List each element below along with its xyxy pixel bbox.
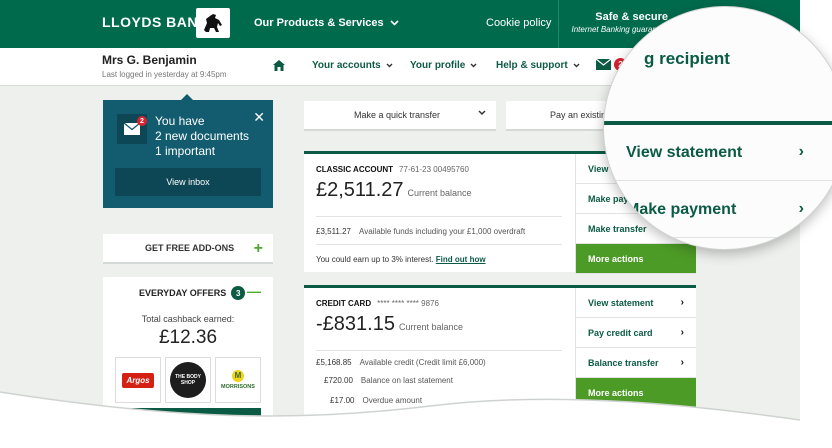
balance-label: Current balance [398,322,464,332]
cookie-policy-link[interactable]: Cookie policy [486,17,551,29]
offers-title: EVERYDAY OFFERS [139,288,227,298]
brand-name[interactable]: LLOYDS BANK [102,14,209,30]
inbox-notch [181,94,193,100]
inbox-badge: 2 [137,116,147,126]
magnifier-callout: g recipient View statement › Make paymen… [603,6,832,250]
last-logged-in: Last logged in yesterday at 9:45pm [102,70,227,79]
available-funds-row: £3,511.27 Available funds including your … [316,216,562,243]
nav-your-profile-label: Your profile [410,60,466,71]
chevron-down-icon [478,110,486,116]
nav-help-support-label: Help & support [496,60,568,71]
available-credit-row: £5,168.85 Available credit (Credit limit … [316,350,562,370]
envelope-icon [124,123,140,135]
cashback-label: Total cashback earned: [141,314,235,324]
quick-transfer-dropdown[interactable]: Make a quick transfer [304,101,496,131]
close-icon[interactable]: ✕ [253,109,265,126]
view-statement-button[interactable]: View statement › [575,288,696,318]
inbox-notification: 2 You have 2 new documents 1 important ✕… [103,94,273,208]
horse-logo-icon[interactable] [196,8,230,38]
row-amount: £5,168.85 [316,358,352,367]
chevron-right-icon: › [680,297,684,308]
plus-icon: + [253,240,263,257]
find-out-how-link[interactable]: Find out how [436,255,486,264]
minus-icon[interactable]: — [247,283,261,299]
chevron-down-icon [573,63,580,68]
balance-transfer-label: Balance transfer [588,357,659,368]
magnified-make-payment-label: Make payment [626,200,737,218]
user-info: Mrs G. Benjamin Last logged in yesterday… [102,53,227,79]
quick-transfer-label: Make a quick transfer [354,110,441,120]
pay-existing-label: Pay an existing [550,110,612,120]
inbox-mail-icon: 2 [117,114,147,144]
classic-account-title: CLASSIC ACCOUNT [316,165,394,174]
inbox-line-2: 2 new documents [155,129,250,143]
page-curl-decoration [0,391,801,448]
nav-your-profile[interactable]: Your profile [410,60,477,71]
view-statement-label: View statement [588,297,654,308]
magnified-view-statement[interactable]: View statement › [614,125,832,181]
chevron-right-icon: › [680,357,684,368]
free-addons-label: GET FREE ADD-ONS [145,243,235,253]
magnified-view-statement-label: View statement [626,143,743,161]
account-number: 77-61-23 00495760 [399,165,469,174]
free-addons-toggle[interactable]: GET FREE ADD-ONS + [103,234,273,264]
chevron-down-icon [390,20,399,26]
available-funds-text: Available funds including your £1,000 ov… [359,227,526,236]
more-actions-label: More actions [588,253,644,264]
home-icon[interactable] [273,60,285,71]
interest-row: You could earn up to 3% interest. Find o… [316,244,562,273]
chevron-down-icon [386,63,393,68]
nav-help-support[interactable]: Help & support [496,60,580,71]
account-type[interactable]: CLASSIC ACCOUNT 77-61-23 00495760 [316,165,469,174]
balance-amount: -£831.15 [316,313,395,335]
balance-label: Current balance [407,188,472,198]
pay-credit-card-button[interactable]: Pay credit card › [575,318,696,348]
inbox-line-1: You have [155,114,205,128]
credit-card-title: CREDIT CARD [316,299,372,308]
magnified-make-payment[interactable]: Make payment › [614,182,832,238]
balance-amount: £2,511.27 [316,179,404,201]
card-number: **** **** **** 9876 [377,299,439,308]
view-inbox-button[interactable]: View inbox [115,168,261,196]
products-services-label: Our Products & Services [254,17,384,29]
nav-your-accounts[interactable]: Your accounts [312,60,393,71]
account-balance: £2,511.27 Current balance [316,179,472,202]
inbox-line-3: 1 important [155,144,216,158]
account-type[interactable]: CREDIT CARD **** **** **** 9876 [316,299,439,308]
header-divider [558,0,559,48]
available-funds-amount: £3,511.27 [316,227,351,236]
user-name: Mrs G. Benjamin [102,53,197,67]
offers-header[interactable]: EVERYDAY OFFERS 3 [139,286,246,300]
nav-your-accounts-label: Your accounts [312,60,381,71]
chevron-right-icon: › [680,327,684,338]
interest-text: You could earn up to 3% interest. [316,255,434,264]
offers-count-badge: 3 [231,286,246,300]
cashback-value: £12.36 [158,327,218,348]
account-balance: -£831.15 Current balance [316,313,463,336]
row-text: Available credit (Credit limit £6,000) [359,358,486,367]
chevron-right-icon: › [798,200,804,217]
magnified-recipient-text: g recipient [644,49,730,68]
products-services-menu[interactable]: Our Products & Services [254,17,399,29]
inbox-message: You have 2 new documents 1 important [155,114,249,159]
pay-credit-card-label: Pay credit card [588,327,653,338]
chevron-right-icon: › [798,143,804,160]
chevron-down-icon [470,63,477,68]
